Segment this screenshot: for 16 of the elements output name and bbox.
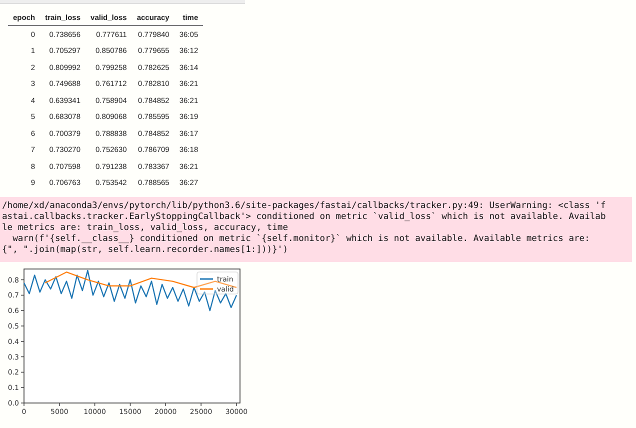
y-tick xyxy=(20,387,24,388)
x-tick xyxy=(200,402,202,406)
x-tick xyxy=(94,402,96,406)
y-tick xyxy=(20,310,24,311)
y-tick xyxy=(20,341,24,342)
warning-message: /home/xd/anaconda3/envs/pytorch/lib/python3.6/site-packages/fastai/callbacks/tracker.py:49: UserWarning: <class 'f astai.callbacks.tracker.EarlyStoppingCallback'> conditioned on metric `valid_loss` which is not available. Availab le metrics are: train_loss, valid_loss, accuracy, time warn(f'{self.__class__} conditioned on metric `{self.monitor}` which is not available. Available metrics are: {", ".join(map(str, self.learn.recorder.names[1:]))}') xyxy=(0,197,632,262)
y-tick xyxy=(20,294,24,296)
y-tick xyxy=(20,279,24,280)
x-tick xyxy=(59,402,60,406)
legend-box xyxy=(196,272,238,294)
x-tick xyxy=(236,402,237,406)
y-tick xyxy=(20,356,24,358)
y-tick xyxy=(20,372,24,373)
y-tick xyxy=(20,402,24,404)
x-tick xyxy=(165,402,166,406)
x-tick xyxy=(130,402,131,406)
